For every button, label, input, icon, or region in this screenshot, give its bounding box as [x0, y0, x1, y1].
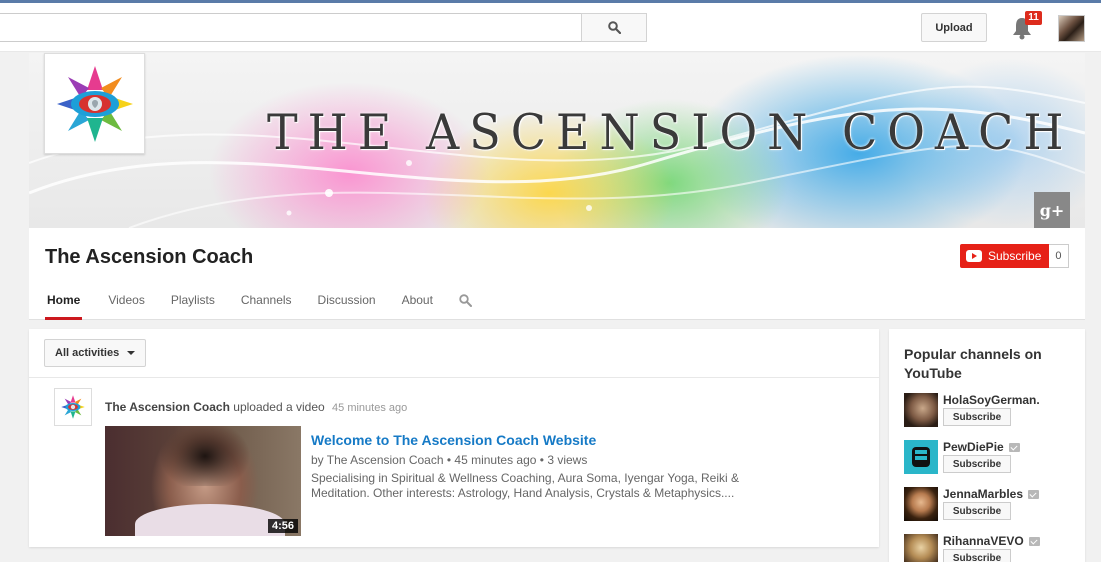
banner-title: THE ASCENSION COACH [267, 103, 1074, 161]
channel-thumbnail[interactable] [904, 440, 938, 474]
masthead: Upload 11 [0, 3, 1101, 52]
channel-thumbnail[interactable] [904, 393, 938, 427]
channel-name-link[interactable]: JennaMarbles [943, 487, 1040, 501]
activity-author-link[interactable]: The Ascension Coach [105, 400, 230, 414]
notification-count-badge: 11 [1025, 11, 1042, 25]
upload-button[interactable]: Upload [921, 13, 987, 42]
thumbnail-shirt [135, 504, 285, 536]
popular-channel-item: HolaSoyGerman. Subscribe [904, 393, 1079, 433]
channel-thumbnail[interactable] [904, 534, 938, 562]
channel-header: THE ASCENSION COACH g+ The Ascension Coa… [29, 53, 1085, 320]
channel-thumbnail[interactable] [904, 487, 938, 521]
activity-action: uploaded a video [233, 400, 325, 414]
channel-search-button[interactable] [459, 285, 473, 320]
tab-about[interactable]: About [402, 285, 433, 320]
youtube-play-icon [966, 250, 982, 262]
search-button[interactable] [581, 13, 647, 42]
activity-author-avatar[interactable] [54, 388, 92, 426]
channel-subscribe-button[interactable]: Subscribe [943, 455, 1011, 473]
lotus-logo-icon [61, 395, 85, 419]
verified-icon [1008, 442, 1020, 452]
google-plus-button[interactable]: g+ [1034, 192, 1070, 228]
tab-playlists[interactable]: Playlists [171, 285, 215, 320]
popular-channel-item: PewDiePie Subscribe [904, 440, 1079, 480]
video-duration: 4:56 [267, 519, 298, 533]
popular-channel-item: JennaMarbles Subscribe [904, 487, 1079, 527]
thumbnail-hair [160, 426, 250, 486]
channel-subscribe-button[interactable]: Subscribe [943, 502, 1011, 520]
search-input[interactable] [0, 13, 582, 42]
caret-down-icon [127, 351, 136, 355]
search-icon [607, 21, 621, 34]
tab-videos[interactable]: Videos [108, 285, 144, 320]
feed-divider [29, 377, 879, 378]
lotus-logo-icon [56, 65, 133, 142]
activity-time: 45 minutes ago [332, 402, 408, 414]
subscribe-label: Subscribe [988, 249, 1042, 263]
tab-discussion[interactable]: Discussion [318, 285, 376, 320]
popular-channel-item: RihannaVEVO Subscribe [904, 534, 1079, 562]
video-title-link[interactable]: Welcome to The Ascension Coach Website [311, 432, 596, 448]
search-icon [459, 294, 472, 307]
channel-banner: THE ASCENSION COACH g+ [29, 53, 1085, 228]
subscribe-widget: Subscribe 0 [960, 244, 1069, 268]
subscriber-count: 0 [1049, 244, 1069, 268]
tab-home[interactable]: Home [45, 285, 83, 320]
pewdiepie-fist-icon [912, 447, 930, 467]
activity-filter-dropdown[interactable]: All activities [44, 339, 146, 367]
channel-name-link[interactable]: HolaSoyGerman. [943, 393, 1040, 407]
channel-subscribe-button[interactable]: Subscribe [943, 549, 1011, 562]
user-avatar[interactable] [1058, 15, 1085, 42]
channel-name-link[interactable]: RihannaVEVO [943, 534, 1040, 548]
channel-tabs: Home Videos Playlists Channels Discussio… [45, 285, 473, 320]
activity-filter-label: All activities [55, 347, 120, 359]
popular-channels-sidebar: Popular channels on YouTube HolaSoyGerma… [889, 329, 1085, 562]
channel-subscribe-button[interactable]: Subscribe [943, 408, 1011, 426]
channel-logo [44, 53, 145, 154]
activity-feed: All activities The Ascension Coach uploa… [29, 329, 879, 547]
video-description: Specialising in Spiritual & Wellness Coa… [311, 471, 740, 500]
verified-icon [1028, 489, 1040, 499]
video-thumbnail[interactable]: 4:56 [105, 426, 301, 536]
channel-name-link[interactable]: PewDiePie [943, 440, 1020, 454]
sidebar-title: Popular channels on YouTube [904, 346, 1042, 381]
channel-title: The Ascension Coach [45, 246, 254, 268]
subscribe-button[interactable]: Subscribe [960, 244, 1050, 268]
activity-summary: The Ascension Coach uploaded a video 45 … [105, 400, 407, 414]
tab-channels[interactable]: Channels [241, 285, 292, 320]
video-meta: by The Ascension Coach • 45 minutes ago … [311, 453, 588, 467]
verified-icon [1028, 536, 1040, 546]
